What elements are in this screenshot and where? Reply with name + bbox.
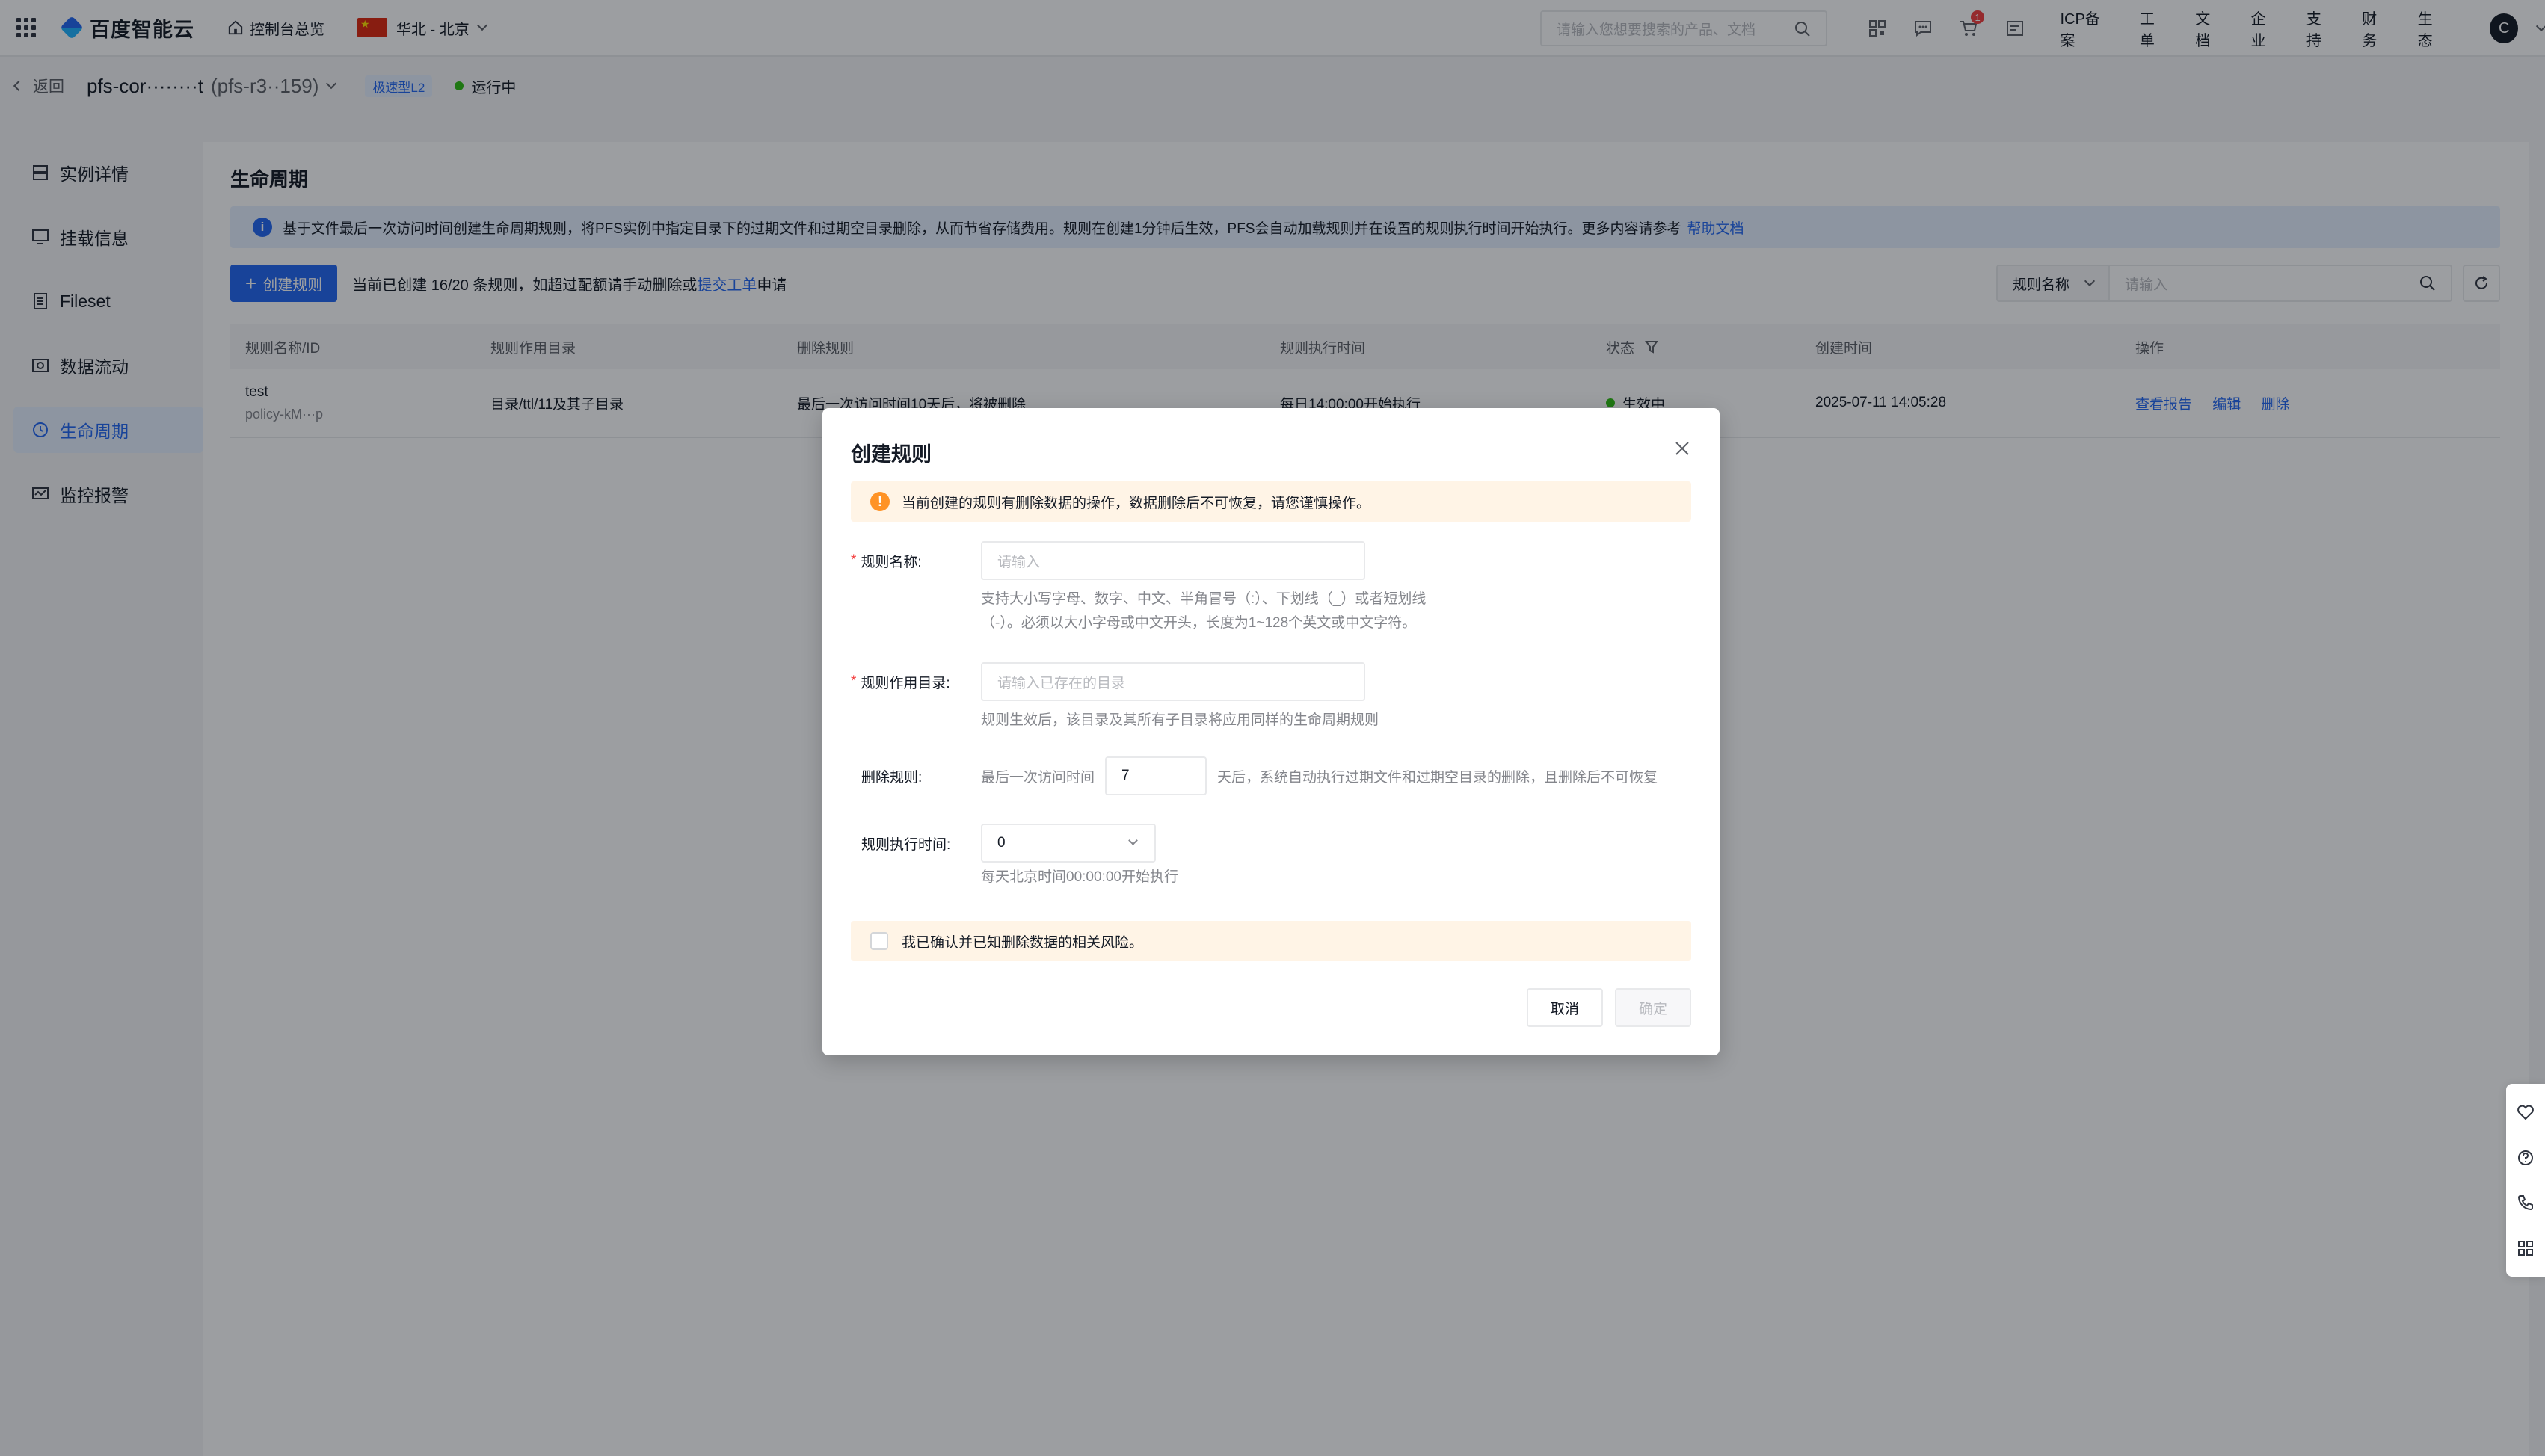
rule-name-row: * 规则名称: 请输入 支持大小写字母、数字、中文、半角冒号（:）、下划线（_）或… — [851, 541, 1459, 635]
required-mark: * — [851, 552, 857, 568]
close-icon[interactable] — [1673, 439, 1691, 457]
delete-rule-row: 删除规则: 最后一次访问时间 7 天后，系统自动执行过期文件和过期空目录的删除，… — [851, 756, 1658, 795]
cancel-button[interactable]: 取消 — [1526, 988, 1603, 1027]
rule-name-label: * 规则名称: — [851, 541, 981, 580]
apps-grid-icon[interactable] — [2517, 1239, 2535, 1257]
risk-confirm-text[interactable]: 我已确认并已知删除数据的相关风险。 — [902, 931, 1143, 951]
dialog-title: 创建规则 — [851, 443, 932, 466]
exec-time-value: 0 — [997, 835, 1006, 851]
risk-confirm-checkbox[interactable] — [870, 932, 888, 950]
exec-time-select[interactable]: 0 — [981, 824, 1156, 863]
delete-rule-prefix: 最后一次访问时间 — [981, 769, 1095, 786]
rule-name-help-line-1: 支持大小写字母、数字、中文、半角冒号（:）、下划线（_）或者短划线 — [981, 591, 1427, 607]
exec-time-help: 每天北京时间00:00:00开始执行 — [981, 869, 1178, 885]
delete-rule-suffix: 天后，系统自动执行过期文件和过期空目录的删除，且删除后不可恢复 — [1217, 769, 1658, 786]
rule-directory-row: * 规则作用目录: 请输入已存在的目录 规则生效后，该目录及其所有子目录将应用同样… — [851, 662, 1459, 732]
exec-time-row: 规则执行时间: 0 每天北京时间00:00:00开始执行 — [851, 824, 1459, 889]
required-mark: * — [851, 673, 857, 689]
delete-rule-label-text: 删除规则: — [861, 769, 923, 786]
rule-directory-help: 规则生效后，该目录及其所有子目录将应用同样的生命周期规则 — [981, 712, 1379, 728]
rule-directory-label-text: 规则作用目录: — [861, 675, 950, 691]
dialog-footer: 取消 确定 — [1526, 988, 1691, 1027]
warning-text: 当前创建的规则有删除数据的操作，数据删除后不可恢复，请您谨慎操作。 — [902, 495, 1371, 511]
rule-name-placeholder: 请输入 — [997, 554, 1041, 570]
rule-name-input[interactable]: 请输入 — [981, 541, 1365, 580]
rule-directory-input[interactable]: 请输入已存在的目录 — [981, 662, 1365, 701]
rule-directory-placeholder: 请输入已存在的目录 — [997, 675, 1126, 691]
exec-time-label-text: 规则执行时间: — [861, 836, 951, 853]
rule-name-help: 支持大小写字母、数字、中文、半角冒号（:）、下划线（_）或者短划线 （-）。必须… — [981, 587, 1459, 635]
warning-banner: ! 当前创建的规则有删除数据的操作，数据删除后不可恢复，请您谨慎操作。 — [851, 481, 1691, 522]
rule-name-label-text: 规则名称: — [861, 554, 922, 570]
exec-time-label: 规则执行时间: — [851, 824, 981, 863]
favorite-heart-icon[interactable] — [2517, 1103, 2535, 1121]
phone-icon[interactable] — [2517, 1194, 2535, 1212]
warning-icon: ! — [870, 492, 890, 511]
create-rule-dialog: 创建规则 ! 当前创建的规则有删除数据的操作，数据删除后不可恢复，请您谨慎操作。… — [822, 408, 1720, 1055]
delete-rule-label: 删除规则: — [851, 756, 981, 795]
rule-directory-label: * 规则作用目录: — [851, 662, 981, 701]
confirm-button[interactable]: 确定 — [1614, 988, 1691, 1027]
chevron-down-icon — [1128, 836, 1138, 845]
risk-confirm-row: 我已确认并已知删除数据的相关风险。 — [851, 921, 1691, 961]
delete-days-input[interactable]: 7 — [1105, 756, 1207, 795]
floating-toolbar — [2506, 1084, 2545, 1277]
rule-name-help-line-2: （-）。必须以大小字母或中文开头，长度为1~128个英文或中文字符。 — [981, 615, 1417, 631]
help-question-icon[interactable] — [2517, 1149, 2535, 1167]
